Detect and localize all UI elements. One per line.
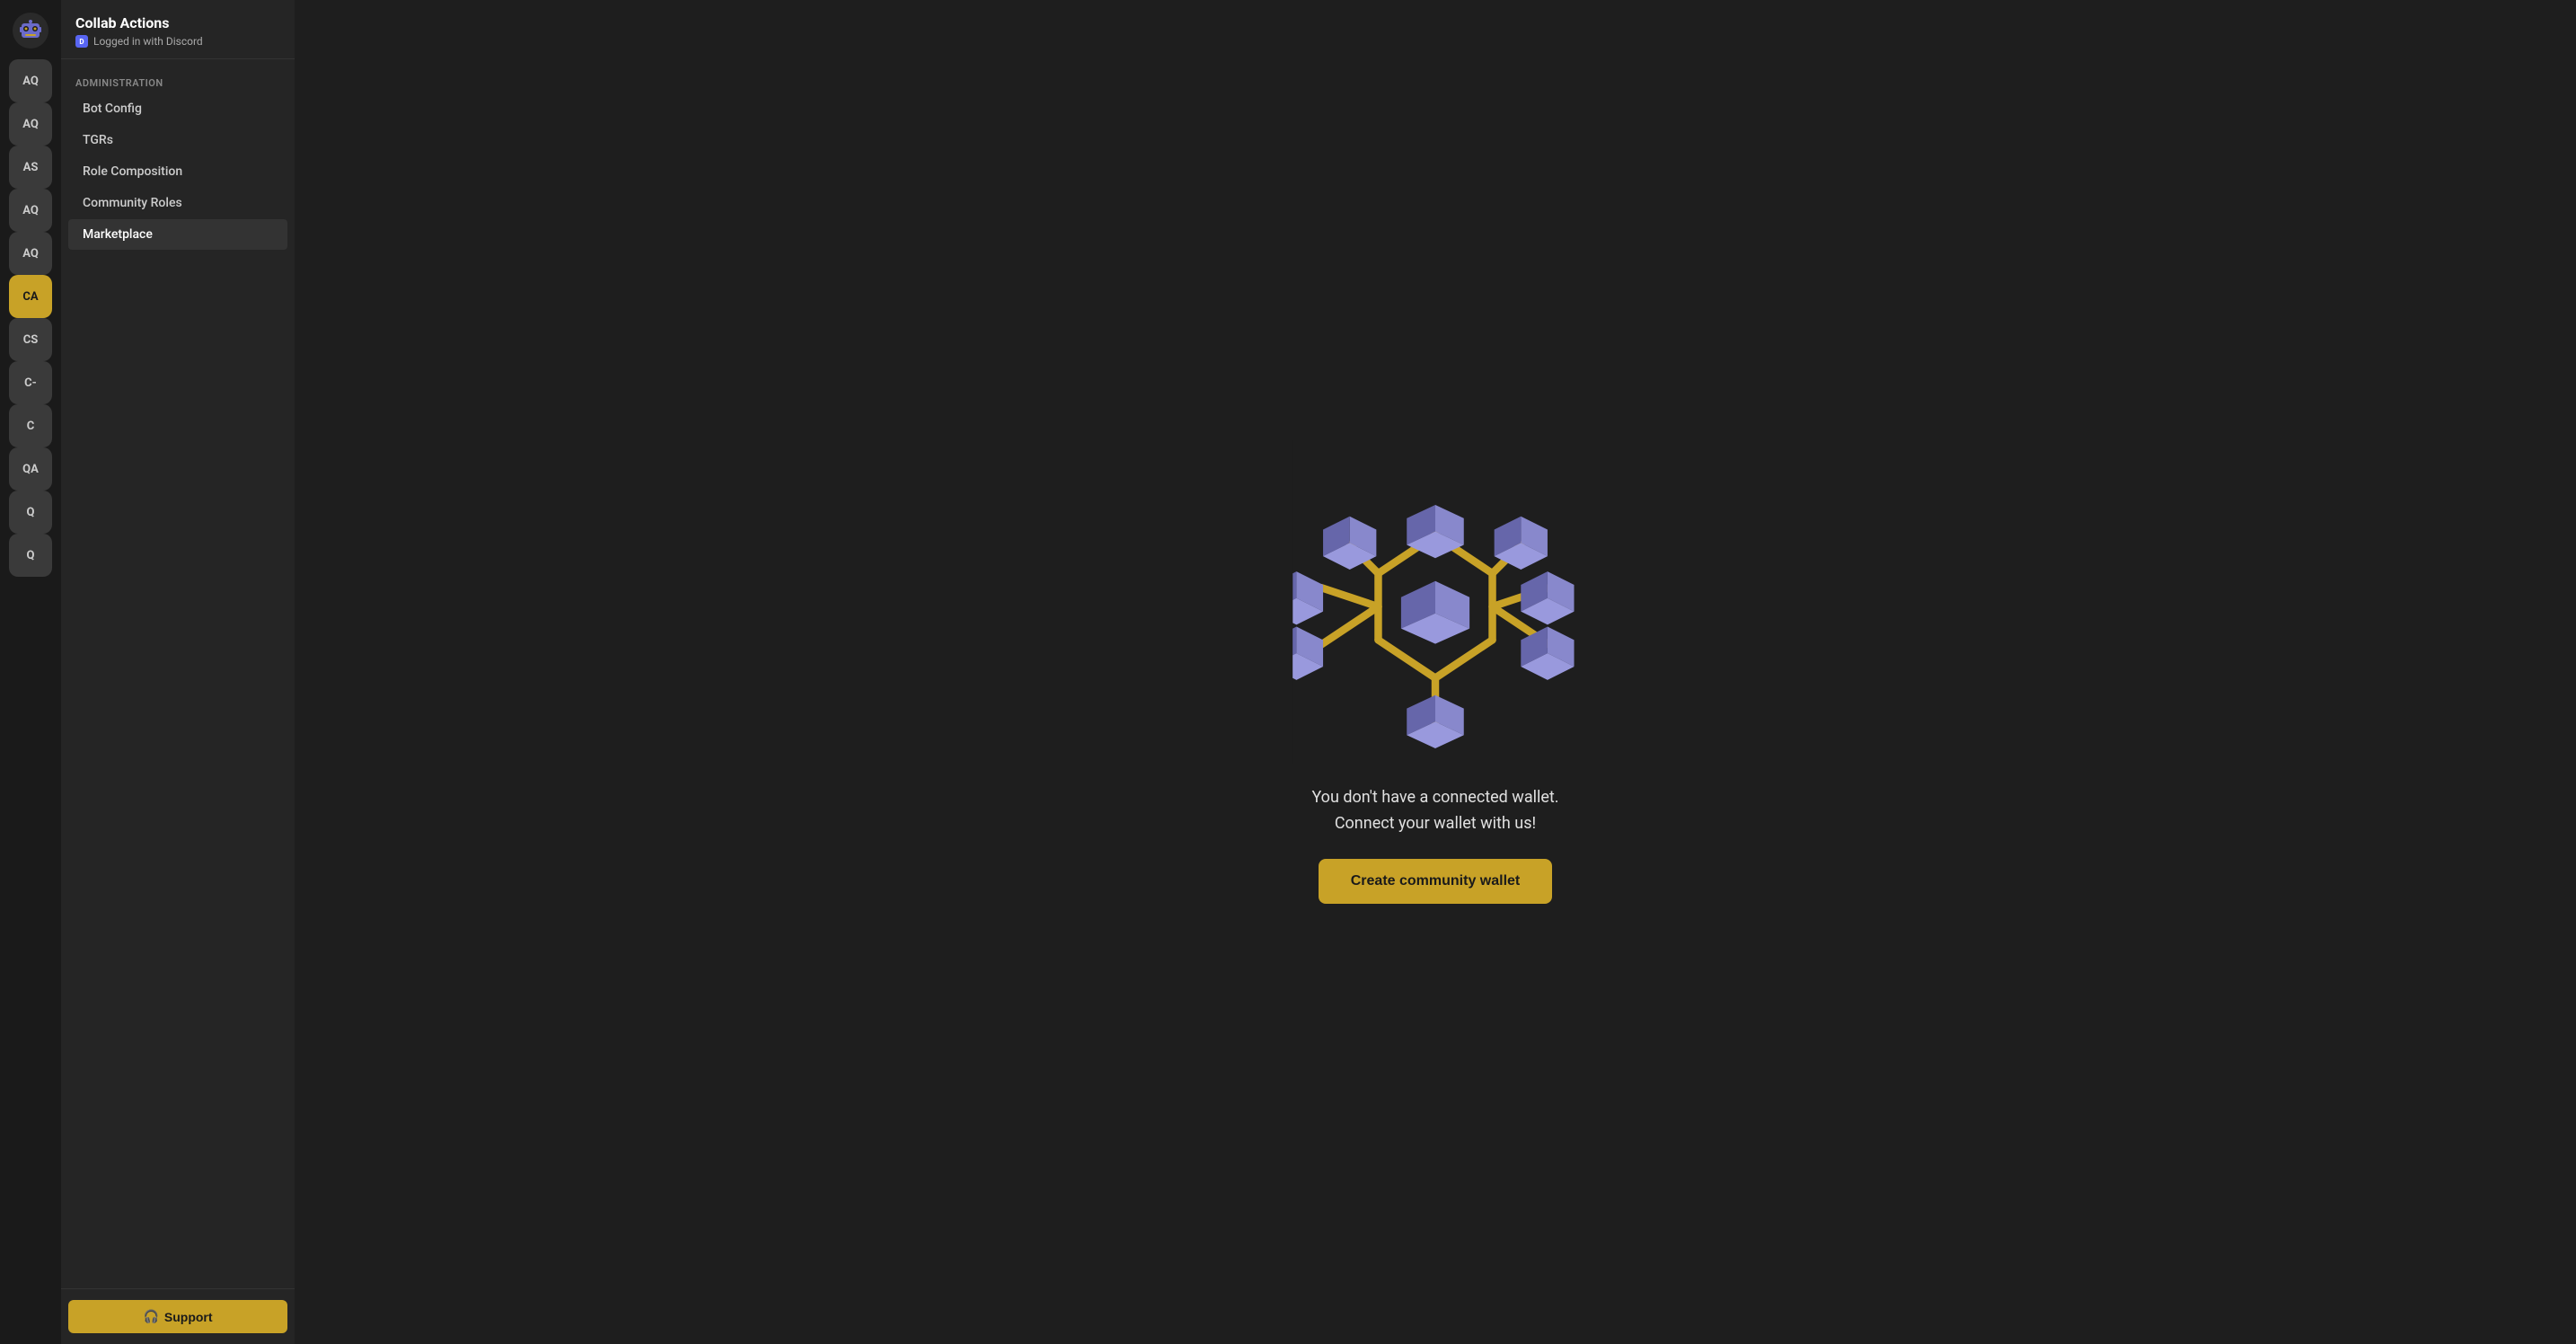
support-label: Support bbox=[164, 1310, 213, 1324]
support-button[interactable]: 🎧 Support bbox=[68, 1300, 287, 1333]
nav-item-bot-config[interactable]: Bot Config bbox=[68, 93, 287, 124]
network-graphic bbox=[1292, 440, 1579, 764]
server-icon-c[interactable]: C bbox=[9, 404, 52, 447]
sidebar-nav: Administration Bot ConfigTGRsRole Compos… bbox=[61, 59, 295, 1288]
server-icon-aq-2[interactable]: AQ bbox=[9, 102, 52, 146]
nav-item-role-composition[interactable]: Role Composition bbox=[68, 156, 287, 187]
server-bar: AQAQASAQAQCACSC-CQAQQ bbox=[0, 0, 61, 1344]
main-content: You don't have a connected wallet. Conne… bbox=[295, 0, 2576, 1344]
server-icon-qa[interactable]: QA bbox=[9, 447, 52, 491]
discord-icon: D bbox=[75, 35, 88, 48]
nav-item-tgrs[interactable]: TGRs bbox=[68, 125, 287, 155]
server-icon-aq-1[interactable]: AQ bbox=[9, 59, 52, 102]
network-svg bbox=[1292, 440, 1579, 764]
server-icon-cs[interactable]: CS bbox=[9, 318, 52, 361]
auth-status: D Logged in with Discord bbox=[75, 35, 280, 48]
server-icon-ca[interactable]: CA bbox=[9, 275, 52, 318]
nav-item-community-roles[interactable]: Community Roles bbox=[68, 188, 287, 218]
app-title: Collab Actions bbox=[75, 14, 280, 31]
sidebar-footer: 🎧 Support bbox=[61, 1288, 295, 1344]
server-icon-c-dash[interactable]: C- bbox=[9, 361, 52, 404]
empty-state-line1: You don't have a connected wallet. bbox=[1311, 785, 1558, 811]
support-icon: 🎧 bbox=[143, 1309, 158, 1324]
server-icon-q-1[interactable]: Q bbox=[9, 491, 52, 534]
nav-section-administration: Administration bbox=[61, 70, 295, 93]
app-logo[interactable] bbox=[9, 9, 52, 52]
empty-state-text: You don't have a connected wallet. Conne… bbox=[1311, 785, 1558, 837]
sidebar: Collab Actions D Logged in with Discord … bbox=[61, 0, 295, 1344]
server-icon-q-2[interactable]: Q bbox=[9, 534, 52, 577]
server-icon-aq-3[interactable]: AQ bbox=[9, 189, 52, 232]
server-icon-aq-4[interactable]: AQ bbox=[9, 232, 52, 275]
nav-item-marketplace[interactable]: Marketplace bbox=[68, 219, 287, 250]
empty-state-line2: Connect your wallet with us! bbox=[1311, 811, 1558, 837]
sidebar-header: Collab Actions D Logged in with Discord bbox=[61, 0, 295, 59]
create-wallet-button[interactable]: Create community wallet bbox=[1319, 859, 1553, 904]
server-icon-as[interactable]: AS bbox=[9, 146, 52, 189]
